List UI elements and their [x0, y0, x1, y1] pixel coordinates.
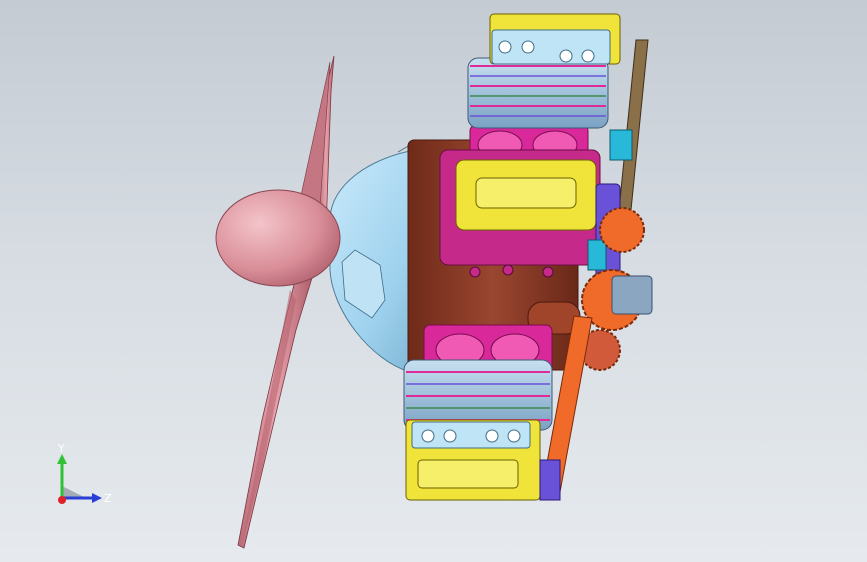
x-axis-dot [58, 496, 66, 504]
z-axis-label: Z [104, 492, 112, 505]
cylinder-head-lower[interactable] [405, 419, 541, 501]
cylinder-lower[interactable] [403, 324, 553, 501]
y-axis-label: Y [57, 442, 65, 455]
propeller-spinner[interactable] [215, 189, 341, 287]
propeller-blade-lower[interactable] [237, 267, 313, 549]
triad-origin-plane [62, 486, 86, 498]
cylinder-upper[interactable] [467, 13, 621, 166]
cylinder-head-side[interactable] [439, 149, 601, 278]
cylinder-head-upper[interactable] [489, 13, 621, 65]
3d-viewport[interactable]: Y Z [0, 0, 867, 562]
engine-assembly-model[interactable] [0, 0, 867, 562]
cooling-fins-upper [467, 57, 609, 129]
axis-triad[interactable]: Y Z [48, 440, 118, 510]
